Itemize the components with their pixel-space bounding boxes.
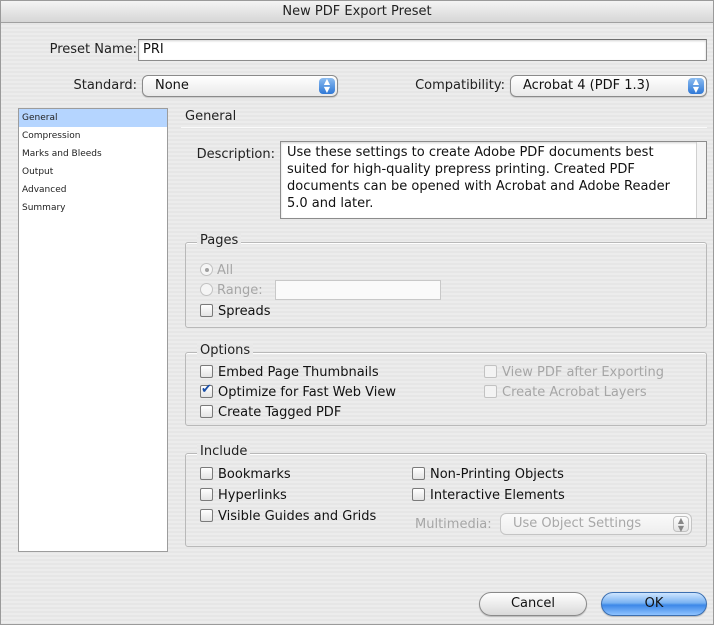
pages-range-input[interactable] bbox=[275, 280, 441, 300]
create-layers-label: Create Acrobat Layers bbox=[502, 385, 647, 400]
standard-value: None bbox=[155, 78, 189, 93]
checkmark-icon bbox=[200, 382, 213, 398]
cancel-button-label: Cancel bbox=[510, 596, 556, 611]
spreads-label: Spreads bbox=[218, 304, 271, 319]
compatibility-label: Compatibility: bbox=[415, 78, 505, 93]
cancel-button[interactable]: Cancel bbox=[479, 592, 587, 616]
interactive-elements-label: Interactive Elements bbox=[430, 488, 565, 503]
view-after-export-checkbox[interactable]: View PDF after Exporting bbox=[484, 365, 664, 381]
radio-selected-icon bbox=[200, 263, 213, 276]
visible-guides-label: Visible Guides and Grids bbox=[218, 509, 377, 524]
sidebar-item-label: Compression bbox=[22, 131, 81, 141]
window-title: New PDF Export Preset bbox=[282, 4, 432, 19]
category-sidebar: General Compression Marks and Bleeds Out… bbox=[18, 108, 168, 552]
create-layers-checkbox[interactable]: Create Acrobat Layers bbox=[484, 385, 647, 401]
description-text: Use these settings to create Adobe PDF d… bbox=[287, 145, 671, 211]
dialog-window: New PDF Export Preset Preset Name: PRI S… bbox=[0, 0, 714, 625]
ok-button-label: OK bbox=[644, 596, 664, 611]
include-group-title: Include bbox=[197, 444, 251, 459]
sidebar-item-general[interactable]: General bbox=[19, 109, 167, 127]
checkbox-icon bbox=[412, 488, 425, 501]
updown-arrows-icon: ▲ ▼ bbox=[319, 78, 335, 94]
compatibility-popup[interactable]: Acrobat 4 (PDF 1.3) ▲ ▼ bbox=[510, 75, 707, 97]
checkbox-icon bbox=[200, 405, 213, 418]
ok-button[interactable]: OK bbox=[601, 592, 707, 616]
updown-arrows-icon: ▲ ▼ bbox=[673, 516, 689, 533]
embed-thumbnails-checkbox[interactable]: Embed Page Thumbnails bbox=[200, 365, 379, 381]
sidebar-item-label: General bbox=[22, 113, 58, 123]
checkbox-icon bbox=[200, 365, 213, 378]
interactive-elements-checkbox[interactable]: Interactive Elements bbox=[412, 488, 565, 504]
visible-guides-checkbox[interactable]: Visible Guides and Grids bbox=[200, 509, 376, 525]
description-textarea[interactable]: Use these settings to create Adobe PDF d… bbox=[280, 141, 707, 219]
pages-all-radio[interactable]: All bbox=[200, 263, 233, 279]
non-printing-checkbox[interactable]: Non-Printing Objects bbox=[412, 467, 564, 483]
hyperlinks-checkbox[interactable]: Hyperlinks bbox=[200, 488, 287, 504]
sidebar-item-label: Summary bbox=[22, 203, 66, 213]
preset-name-label: Preset Name: bbox=[49, 42, 137, 57]
bookmarks-label: Bookmarks bbox=[218, 467, 291, 482]
sidebar-item-label: Advanced bbox=[22, 185, 67, 195]
create-tagged-checkbox[interactable]: Create Tagged PDF bbox=[200, 405, 341, 421]
checkbox-icon bbox=[484, 385, 497, 398]
pages-range-radio[interactable]: Range: bbox=[200, 283, 263, 299]
multimedia-value: Use Object Settings bbox=[513, 516, 642, 531]
checkbox-icon bbox=[200, 509, 213, 522]
sidebar-item-advanced[interactable]: Advanced bbox=[19, 181, 167, 199]
checkbox-icon bbox=[484, 365, 497, 378]
view-after-export-label: View PDF after Exporting bbox=[502, 365, 664, 380]
checkbox-icon bbox=[412, 467, 425, 480]
optimize-web-label: Optimize for Fast Web View bbox=[218, 385, 397, 400]
updown-arrows-icon: ▲ ▼ bbox=[688, 78, 704, 94]
preset-name-value: PRI bbox=[143, 42, 164, 57]
title-bar: New PDF Export Preset bbox=[1, 1, 713, 23]
compatibility-value: Acrobat 4 (PDF 1.3) bbox=[523, 78, 650, 93]
sidebar-item-label: Output bbox=[22, 167, 54, 177]
pages-all-label: All bbox=[217, 263, 234, 278]
sidebar-item-label: Marks and Bleeds bbox=[22, 149, 102, 159]
checkbox-icon bbox=[200, 488, 213, 501]
section-title-general: General bbox=[185, 109, 237, 124]
sidebar-item-compression[interactable]: Compression bbox=[19, 127, 167, 145]
standard-popup[interactable]: None ▲ ▼ bbox=[142, 75, 338, 97]
standard-label: Standard: bbox=[73, 78, 137, 93]
section-divider bbox=[181, 127, 707, 128]
preset-name-field[interactable]: PRI bbox=[138, 39, 707, 61]
multimedia-label: Multimedia: bbox=[415, 517, 492, 532]
sidebar-item-output[interactable]: Output bbox=[19, 163, 167, 181]
sidebar-item-marks-and-bleeds[interactable]: Marks and Bleeds bbox=[19, 145, 167, 163]
pages-range-label: Range: bbox=[217, 283, 263, 298]
description-label: Description: bbox=[196, 147, 275, 162]
checkbox-icon bbox=[200, 467, 213, 480]
options-group-title: Options bbox=[197, 343, 254, 358]
embed-thumbnails-label: Embed Page Thumbnails bbox=[218, 365, 379, 380]
pages-group-title: Pages bbox=[197, 233, 242, 248]
checkbox-icon bbox=[200, 304, 213, 317]
multimedia-popup[interactable]: Use Object Settings ▲ ▼ bbox=[500, 513, 692, 535]
create-tagged-label: Create Tagged PDF bbox=[218, 405, 342, 420]
bookmarks-checkbox[interactable]: Bookmarks bbox=[200, 467, 291, 483]
sidebar-item-summary[interactable]: Summary bbox=[19, 199, 167, 217]
optimize-web-checkbox[interactable]: Optimize for Fast Web View bbox=[200, 382, 397, 401]
spreads-checkbox[interactable]: Spreads bbox=[200, 304, 271, 320]
radio-icon bbox=[200, 283, 213, 296]
description-scrollbar[interactable] bbox=[696, 142, 706, 218]
hyperlinks-label: Hyperlinks bbox=[218, 488, 287, 503]
non-printing-label: Non-Printing Objects bbox=[430, 467, 564, 482]
